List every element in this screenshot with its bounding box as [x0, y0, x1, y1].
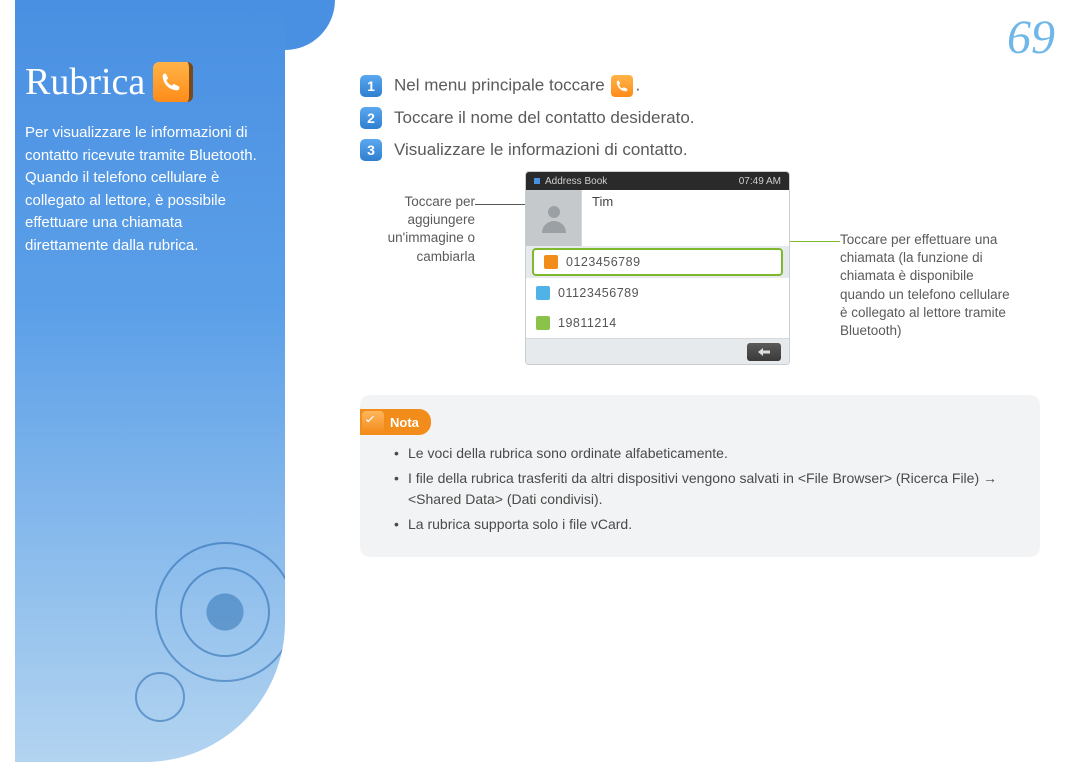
step-3: 3 Visualizzare le informazioni di contat…	[360, 139, 1050, 161]
phone-statusbar: Address Book 07:49 AM	[526, 172, 789, 190]
step-badge-2: 2	[360, 107, 382, 129]
sidebar-description: Per visualizzare le informazioni di cont…	[25, 122, 265, 257]
callout-line-left	[475, 204, 525, 205]
home-number-text: 01123456789	[558, 286, 639, 300]
step-1: 1 Nel menu principale toccare .	[360, 75, 1050, 97]
back-button[interactable]	[747, 343, 781, 361]
phone-number-mobile[interactable]: 0123456789	[532, 248, 783, 276]
sidebar: Rubrica Per visualizzare le informazioni…	[15, 0, 285, 762]
note-item: Le voci della rubrica sono ordinate alfa…	[394, 443, 1020, 464]
phone-footer	[526, 338, 789, 364]
phone-mockup: Address Book 07:49 AM Tim 0123456789 011…	[525, 171, 790, 365]
contact-avatar[interactable]	[526, 190, 582, 246]
sidebar-title: Rubrica	[25, 60, 145, 104]
step-1-text-after: .	[635, 75, 640, 94]
birthday-row: 19811214	[526, 308, 789, 338]
addressbook-inline-icon	[611, 75, 633, 97]
callout-line-right	[790, 241, 840, 242]
birthday-icon	[536, 316, 550, 330]
home-phone-icon	[536, 286, 550, 300]
callout-right: Toccare per effettuare una chiamata (la …	[840, 171, 1010, 340]
step-badge-1: 1	[360, 75, 382, 97]
note-item: La rubrica supporta solo i file vCard.	[394, 514, 1020, 535]
step-2: 2 Toccare il nome del contatto desiderat…	[360, 107, 1050, 129]
main-content: 1 Nel menu principale toccare . 2 Toccar…	[360, 75, 1050, 557]
step-badge-3: 3	[360, 139, 382, 161]
page-number: 69	[1007, 10, 1055, 65]
step-2-text: Toccare il nome del contatto desiderato.	[394, 108, 695, 128]
mobile-number-text: 0123456789	[566, 255, 641, 269]
note-box: Nota Le voci della rubrica sono ordinate…	[360, 395, 1040, 557]
note-badge: Nota	[360, 409, 431, 435]
note-item: I file della rubrica trasferiti da altri…	[394, 468, 1020, 510]
birthday-text: 19811214	[558, 316, 617, 330]
callout-left: Toccare per aggiungere un'immagine o cam…	[360, 171, 475, 266]
status-dot-icon	[534, 178, 540, 184]
steps-list: 1 Nel menu principale toccare . 2 Toccar…	[360, 75, 1050, 161]
step-1-text-before: Nel menu principale toccare	[394, 75, 605, 94]
note-list: Le voci della rubrica sono ordinate alfa…	[380, 443, 1020, 535]
contact-name: Tim	[582, 190, 789, 246]
note-label: Nota	[390, 415, 419, 430]
phone-number-home[interactable]: 01123456789	[526, 278, 789, 308]
decorative-circles	[135, 522, 285, 722]
diagram-row: Toccare per aggiungere un'immagine o cam…	[360, 171, 1050, 365]
step-3-text: Visualizzare le informazioni di contatto…	[394, 140, 688, 160]
mobile-icon	[544, 255, 558, 269]
phone-title: Address Book	[545, 176, 607, 187]
addressbook-icon	[153, 62, 193, 102]
phone-time: 07:49 AM	[739, 176, 781, 187]
